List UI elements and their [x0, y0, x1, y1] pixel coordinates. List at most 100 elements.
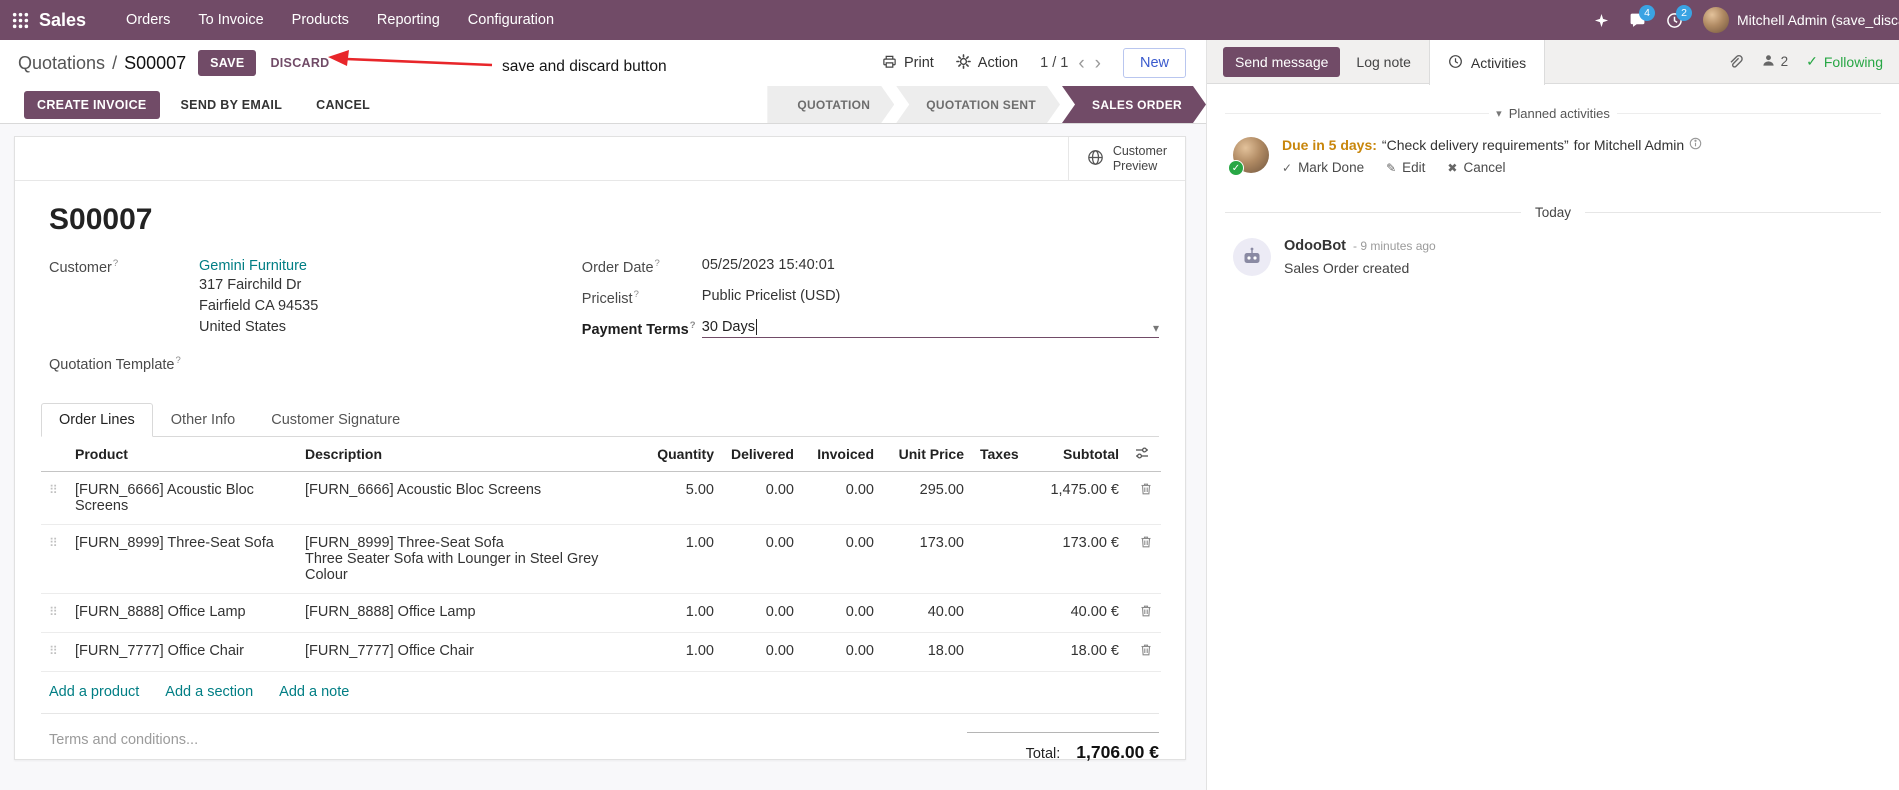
- cell-taxes[interactable]: [972, 524, 1022, 594]
- column-header-quantity[interactable]: Quantity: [642, 436, 722, 472]
- sparkle-icon[interactable]: [1594, 13, 1609, 28]
- cell-invoiced[interactable]: 0.00: [802, 524, 882, 594]
- print-button[interactable]: Print: [882, 54, 934, 73]
- tab-order-lines[interactable]: Order Lines: [41, 402, 153, 437]
- column-header-unit-price[interactable]: Unit Price: [882, 436, 972, 472]
- pager-previous-icon[interactable]: ‹: [1078, 54, 1084, 73]
- delete-line-icon[interactable]: [1139, 535, 1153, 549]
- cell-unit-price[interactable]: 173.00: [882, 524, 972, 594]
- order-date-field[interactable]: Order Date? 05/25/2023 15:40:01: [582, 257, 1159, 276]
- cell-delivered[interactable]: 0.00: [722, 632, 802, 672]
- payment-terms-input[interactable]: 30 Days ▾: [701, 318, 1159, 338]
- cell-quantity[interactable]: 1.00: [642, 593, 722, 633]
- send-message-button[interactable]: Send message: [1223, 46, 1341, 77]
- pricelist-field[interactable]: Pricelist? Public Pricelist (USD): [582, 288, 1159, 307]
- followers-button[interactable]: 2: [1761, 53, 1788, 71]
- order-date-value[interactable]: 05/25/2023 15:40:01: [702, 257, 835, 273]
- cell-description[interactable]: [FURN_7777] Office Chair: [297, 632, 642, 672]
- cell-quantity[interactable]: 1.00: [642, 524, 722, 594]
- customer-preview-button[interactable]: Customer Preview: [1067, 137, 1185, 180]
- activities-tab[interactable]: Activities: [1428, 40, 1546, 85]
- cell-product[interactable]: [FURN_8888] Office Lamp: [67, 593, 297, 633]
- edit-activity-button[interactable]: ✎ Edit: [1386, 160, 1425, 175]
- user-menu[interactable]: Mitchell Admin (save_discar: [1703, 7, 1899, 33]
- save-button[interactable]: SAVE: [198, 50, 257, 76]
- cell-taxes[interactable]: [972, 471, 1022, 525]
- add-a-product-link[interactable]: Add a product: [49, 684, 139, 700]
- delete-line-icon[interactable]: [1139, 643, 1153, 657]
- stage-quotation-sent[interactable]: QUOTATION SENT: [896, 86, 1060, 123]
- pager-next-icon[interactable]: ›: [1095, 54, 1101, 73]
- cell-invoiced[interactable]: 0.00: [802, 593, 882, 633]
- mark-done-button[interactable]: ✓ Mark Done: [1282, 160, 1364, 175]
- menu-item-reporting[interactable]: Reporting: [363, 0, 454, 40]
- cell-description[interactable]: [FURN_6666] Acoustic Bloc Screens: [297, 471, 642, 525]
- cell-delivered[interactable]: 0.00: [722, 524, 802, 594]
- cell-description[interactable]: [FURN_8999] Three-Seat Sofa Three Seater …: [297, 524, 642, 594]
- discard-button[interactable]: DISCARD: [270, 56, 329, 70]
- pricelist-value[interactable]: Public Pricelist (USD): [702, 288, 841, 304]
- cell-invoiced[interactable]: 0.00: [802, 471, 882, 525]
- activities-clock-icon[interactable]: 2: [1666, 4, 1692, 29]
- app-name[interactable]: Sales: [39, 10, 86, 31]
- drag-handle-icon[interactable]: ⠿: [49, 483, 58, 497]
- cell-product[interactable]: [FURN_8999] Three-Seat Sofa: [67, 524, 297, 594]
- action-button[interactable]: Action: [955, 53, 1018, 73]
- cell-unit-price[interactable]: 40.00: [882, 593, 972, 633]
- drag-handle-icon[interactable]: ⠿: [49, 536, 58, 550]
- cell-taxes[interactable]: [972, 593, 1022, 633]
- breadcrumb-quotations[interactable]: Quotations: [18, 53, 105, 74]
- send-by-email-button[interactable]: SEND BY EMAIL: [168, 91, 296, 119]
- order-line-row[interactable]: ⠿ [FURN_6666] Acoustic Bloc Screens [FUR…: [41, 471, 1161, 525]
- order-line-row[interactable]: ⠿ [FURN_7777] Office Chair [FURN_7777] O…: [41, 632, 1161, 672]
- cell-product[interactable]: [FURN_6666] Acoustic Bloc Screens: [67, 471, 297, 525]
- add-a-note-link[interactable]: Add a note: [279, 684, 349, 700]
- cell-invoiced[interactable]: 0.00: [802, 632, 882, 672]
- message-author[interactable]: OdooBot: [1284, 238, 1346, 254]
- create-invoice-button[interactable]: CREATE INVOICE: [24, 90, 160, 119]
- column-header-taxes[interactable]: Taxes: [972, 436, 1022, 472]
- column-header-product[interactable]: Product: [67, 436, 297, 472]
- cell-quantity[interactable]: 1.00: [642, 632, 722, 672]
- cell-delivered[interactable]: 0.00: [722, 593, 802, 633]
- column-header-subtotal[interactable]: Subtotal: [1022, 436, 1127, 472]
- delete-line-icon[interactable]: [1139, 482, 1153, 496]
- stage-sales-order[interactable]: SALES ORDER: [1062, 86, 1206, 123]
- drag-handle-icon[interactable]: ⠿: [49, 605, 58, 619]
- quotation-template-field[interactable]: Quotation Template?: [49, 354, 582, 373]
- order-line-row[interactable]: ⠿ [FURN_8999] Three-Seat Sofa [FURN_8999…: [41, 524, 1161, 594]
- new-button[interactable]: New: [1122, 48, 1186, 78]
- cell-quantity[interactable]: 5.00: [642, 471, 722, 525]
- menu-item-to-invoice[interactable]: To Invoice: [184, 0, 277, 40]
- messages-icon[interactable]: 4: [1629, 4, 1655, 29]
- add-a-section-link[interactable]: Add a section: [165, 684, 253, 700]
- paperclip-icon[interactable]: [1727, 54, 1743, 70]
- column-header-invoiced[interactable]: Invoiced: [802, 436, 882, 472]
- apps-grid-icon[interactable]: [12, 12, 29, 29]
- cell-unit-price[interactable]: 18.00: [882, 632, 972, 672]
- menu-item-configuration[interactable]: Configuration: [454, 0, 568, 40]
- order-line-row[interactable]: ⠿ [FURN_8888] Office Lamp [FURN_8888] Of…: [41, 593, 1161, 633]
- tab-other-info[interactable]: Other Info: [153, 403, 253, 437]
- following-button[interactable]: ✓ Following: [1806, 53, 1883, 70]
- cell-product[interactable]: [FURN_7777] Office Chair: [67, 632, 297, 672]
- cell-unit-price[interactable]: 295.00: [882, 471, 972, 525]
- optional-columns-icon[interactable]: [1127, 436, 1161, 472]
- delete-line-icon[interactable]: [1139, 604, 1153, 618]
- column-header-description[interactable]: Description: [297, 436, 642, 472]
- menu-item-orders[interactable]: Orders: [112, 0, 184, 40]
- terms-and-conditions-placeholder[interactable]: Terms and conditions...: [49, 732, 198, 763]
- planned-activities-header[interactable]: ▾ Planned activities: [1207, 106, 1899, 121]
- info-icon[interactable]: [1689, 137, 1702, 153]
- menu-item-products[interactable]: Products: [278, 0, 363, 40]
- cell-taxes[interactable]: [972, 632, 1022, 672]
- stage-quotation[interactable]: QUOTATION: [767, 86, 894, 123]
- customer-link[interactable]: Gemini Furniture: [199, 258, 307, 274]
- column-header-delivered[interactable]: Delivered: [722, 436, 802, 472]
- dropdown-caret-icon[interactable]: ▾: [1153, 321, 1159, 335]
- cancel-activity-button[interactable]: ✖ Cancel: [1447, 160, 1505, 175]
- tab-customer-signature[interactable]: Customer Signature: [253, 403, 418, 437]
- log-note-button[interactable]: Log note: [1356, 54, 1411, 70]
- cell-delivered[interactable]: 0.00: [722, 471, 802, 525]
- cell-description[interactable]: [FURN_8888] Office Lamp: [297, 593, 642, 633]
